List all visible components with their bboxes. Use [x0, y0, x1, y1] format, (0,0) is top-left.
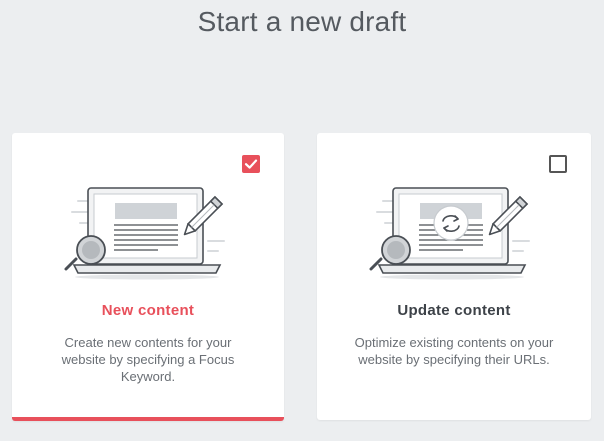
new-content-checkbox[interactable] — [242, 155, 260, 173]
new-content-description: Create new contents for your website by … — [61, 335, 235, 384]
update-content-card[interactable]: Update content Optimize existing content… — [317, 133, 591, 420]
update-content-description: Optimize existing contents on your websi… — [354, 335, 554, 367]
new-content-title: New content — [101, 302, 195, 319]
checkmark-icon — [244, 159, 258, 169]
laptop-document-refresh-pencil-icon — [369, 187, 530, 280]
update-content-title: Update content — [397, 302, 511, 319]
page-title: Start a new draft — [197, 6, 407, 37]
laptop-document-magnifier-pencil-icon — [64, 187, 225, 280]
update-content-checkbox[interactable] — [549, 155, 567, 173]
new-content-card[interactable]: New content Create new contents for your… — [12, 133, 284, 421]
